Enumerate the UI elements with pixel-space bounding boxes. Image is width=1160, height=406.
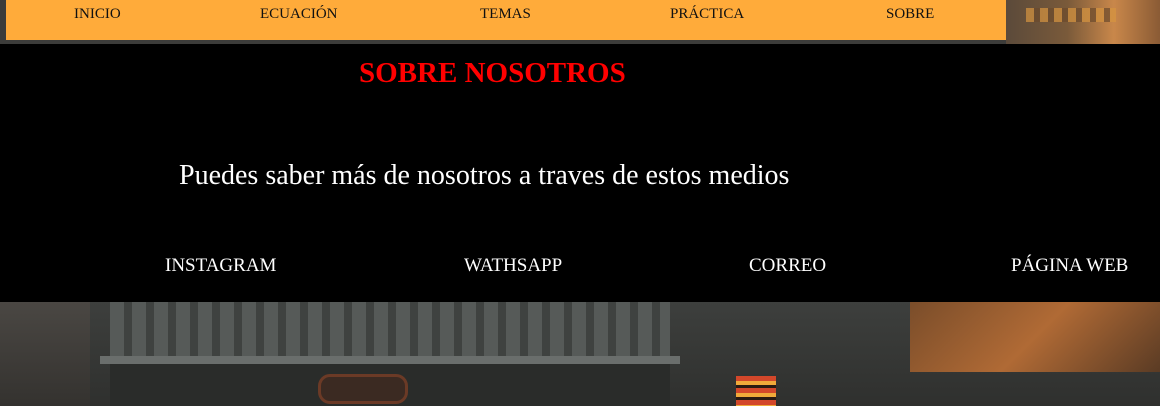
nav-item-sobre[interactable]: SOBRE	[886, 6, 934, 23]
nav-item-practica[interactable]: PRÁCTICA	[670, 6, 744, 23]
top-navigation-bar: INICIO ECUACIÓN TEMAS PRÁCTICA SOBRE	[6, 0, 1006, 40]
nav-item-inicio[interactable]: INICIO	[74, 6, 121, 23]
instagram-link[interactable]: INSTAGRAM	[165, 255, 276, 277]
pixel-art-background	[0, 302, 1160, 406]
page-title: SOBRE NOSOTROS	[359, 57, 626, 89]
email-link[interactable]: CORREO	[749, 255, 826, 277]
about-subtitle: Puedes saber más de nosotros a traves de…	[179, 160, 790, 191]
nav-item-temas[interactable]: TEMAS	[480, 6, 531, 23]
background-scene-top	[1006, 0, 1160, 44]
nav-item-ecuacion[interactable]: ECUACIÓN	[260, 6, 338, 23]
website-link[interactable]: PÁGINA WEB	[1011, 255, 1128, 277]
whatsapp-link[interactable]: WATHSAPP	[464, 255, 562, 277]
about-panel: SOBRE NOSOTROS Puedes saber más de nosot…	[0, 44, 1160, 302]
